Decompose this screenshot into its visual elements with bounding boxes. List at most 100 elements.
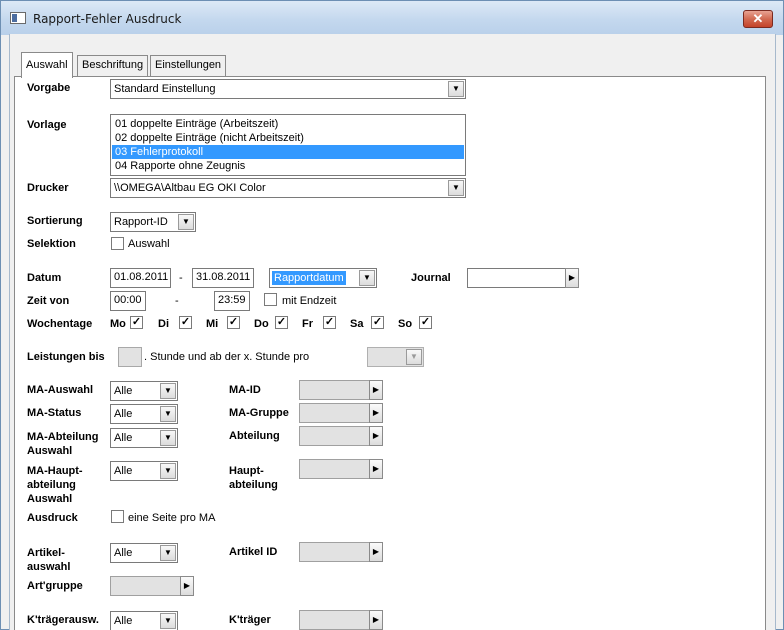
selektion-checkbox[interactable]	[111, 237, 124, 250]
artikel-id-field[interactable]	[299, 542, 370, 562]
ma-abteilung-dropdown[interactable]: Alle ▼	[110, 428, 178, 448]
chevron-down-icon[interactable]: ▼	[160, 406, 176, 422]
ma-auswahl-dropdown[interactable]: Alle ▼	[110, 381, 178, 401]
sortierung-dropdown[interactable]: Rapport-ID ▼	[110, 212, 196, 232]
list-item[interactable]: 02 doppelte Einträge (nicht Arbeitszeit)	[112, 131, 464, 145]
zeit-from-field[interactable]: 00:00	[110, 291, 146, 311]
chevron-down-icon[interactable]: ▼	[359, 270, 375, 286]
abteilung-picker[interactable]: ▶	[299, 426, 383, 446]
weekday-label-mo: Mo	[110, 318, 126, 330]
drucker-value: \\OMEGA\Altbau EG OKI Color	[114, 182, 266, 194]
leistungen-dropdown[interactable]: ▼	[367, 347, 424, 367]
chevron-down-icon[interactable]: ▼	[406, 349, 422, 365]
zeit-label: Zeit von	[27, 295, 70, 307]
vorgabe-label: Vorgabe	[27, 82, 71, 94]
tab-auswahl[interactable]: Auswahl	[21, 52, 73, 78]
weekday-checkbox-di[interactable]: ✓	[179, 316, 192, 329]
weekday-checkbox-mi[interactable]: ✓	[227, 316, 240, 329]
weekday-checkbox-do[interactable]: ✓	[275, 316, 288, 329]
abteilung-label: Abteilung	[229, 430, 280, 442]
ma-gruppe-picker[interactable]: ▶	[299, 403, 383, 423]
chevron-down-icon[interactable]: ▼	[178, 214, 194, 230]
list-item[interactable]: 01 doppelte Einträge (Arbeitszeit)	[112, 117, 464, 131]
datum-to-field[interactable]: 31.08.2011	[192, 268, 254, 288]
weekday-label-do: Do	[254, 318, 269, 330]
chevron-down-icon[interactable]: ▼	[448, 180, 464, 196]
ktraeger-auswahl-dropdown[interactable]: Alle ▼	[110, 611, 178, 630]
tab-einstellungen[interactable]: Einstellungen	[150, 55, 227, 77]
weekday-label-sa: Sa	[350, 318, 364, 330]
zeit-to-field[interactable]: 23:59	[214, 291, 250, 311]
close-button[interactable]: ✕	[743, 10, 773, 28]
title-bar[interactable]: Rapport-Fehler Ausdruck ✕	[1, 1, 783, 35]
app-icon	[10, 12, 26, 24]
ausdruck-label: Ausdruck	[27, 512, 78, 524]
chevron-down-icon[interactable]: ▼	[160, 383, 176, 399]
list-item-selected[interactable]: 03 Fehlerprotokoll	[112, 145, 464, 159]
hauptabteilung-picker[interactable]: ▶	[299, 459, 383, 479]
picker-arrow-icon[interactable]: ▶	[369, 459, 383, 479]
ma-gruppe-field[interactable]	[299, 403, 370, 423]
weekday-checkbox-sa[interactable]: ✓	[371, 316, 384, 329]
ma-gruppe-label: MA-Gruppe	[229, 407, 289, 419]
chevron-down-icon[interactable]: ▼	[160, 430, 176, 446]
weekday-checkbox-fr[interactable]: ✓	[323, 316, 336, 329]
divider	[24, 535, 761, 536]
weekday-label-di: Di	[158, 318, 169, 330]
journal-field[interactable]	[467, 268, 566, 288]
datum-dash: -	[179, 272, 183, 284]
abteilung-field[interactable]	[299, 426, 370, 446]
divider	[24, 261, 761, 262]
drucker-label: Drucker	[27, 182, 69, 194]
divider	[24, 603, 761, 604]
ma-abteilung-auswahl-label: MA-Abteilung Auswahl	[27, 431, 99, 457]
ausdruck-checkbox[interactable]	[111, 510, 124, 523]
artgruppe-picker[interactable]: ▶	[110, 576, 194, 596]
datum-type-value: Rapportdatum	[272, 271, 346, 285]
endzeit-checkbox[interactable]	[264, 293, 277, 306]
datum-type-dropdown[interactable]: Rapportdatum ▼	[269, 268, 377, 288]
vorgabe-value: Standard Einstellung	[114, 83, 216, 95]
divider	[24, 340, 761, 341]
selektion-label: Selektion	[27, 238, 76, 250]
picker-arrow-icon[interactable]: ▶	[565, 268, 579, 288]
leistungen-label: Leistungen bis	[27, 351, 105, 363]
chevron-down-icon[interactable]: ▼	[160, 545, 176, 561]
picker-arrow-icon[interactable]: ▶	[369, 426, 383, 446]
picker-arrow-icon[interactable]: ▶	[369, 403, 383, 423]
list-item[interactable]: 04 Rapporte ohne Zeugnis	[112, 159, 464, 173]
ma-id-field[interactable]	[299, 380, 370, 400]
tab-beschriftung[interactable]: Beschriftung	[77, 55, 149, 77]
datum-label: Datum	[27, 272, 62, 284]
drucker-dropdown[interactable]: \\OMEGA\Altbau EG OKI Color ▼	[110, 178, 466, 198]
chevron-down-icon[interactable]: ▼	[160, 463, 176, 479]
ma-status-dropdown[interactable]: Alle ▼	[110, 404, 178, 424]
datum-from-field[interactable]: 01.08.2011	[110, 268, 171, 288]
picker-arrow-icon[interactable]: ▶	[369, 380, 383, 400]
ktraeger-field[interactable]	[299, 610, 370, 630]
chevron-down-icon[interactable]: ▼	[160, 613, 176, 629]
hauptabteilung-field[interactable]	[299, 459, 370, 479]
ma-auswahl-value: Alle	[114, 385, 133, 397]
picker-arrow-icon[interactable]: ▶	[369, 610, 383, 630]
chevron-down-icon[interactable]: ▼	[448, 81, 464, 97]
artikel-auswahl-dropdown[interactable]: Alle ▼	[110, 543, 178, 563]
vorlage-listbox[interactable]: 01 doppelte Einträge (Arbeitszeit) 02 do…	[110, 114, 466, 176]
artikel-id-picker[interactable]: ▶	[299, 542, 383, 562]
hauptabteilung-label: Haupt-abteilung	[229, 465, 278, 491]
ktraeger-picker[interactable]: ▶	[299, 610, 383, 630]
artgruppe-field[interactable]	[110, 576, 181, 596]
weekday-checkbox-mo[interactable]: ✓	[130, 316, 143, 329]
ma-hauptabteilung-dropdown[interactable]: Alle ▼	[110, 461, 178, 481]
sortierung-label: Sortierung	[27, 215, 83, 227]
vorgabe-dropdown[interactable]: Standard Einstellung ▼	[110, 79, 466, 99]
zeit-dash: -	[175, 295, 179, 307]
ma-id-picker[interactable]: ▶	[299, 380, 383, 400]
weekday-checkbox-so[interactable]: ✓	[419, 316, 432, 329]
picker-arrow-icon[interactable]: ▶	[180, 576, 194, 596]
ma-status-value: Alle	[114, 408, 133, 420]
leistungen-field[interactable]	[118, 347, 142, 367]
picker-arrow-icon[interactable]: ▶	[369, 542, 383, 562]
window-title: Rapport-Fehler Ausdruck	[33, 12, 182, 26]
journal-picker[interactable]: ▶	[467, 268, 580, 288]
